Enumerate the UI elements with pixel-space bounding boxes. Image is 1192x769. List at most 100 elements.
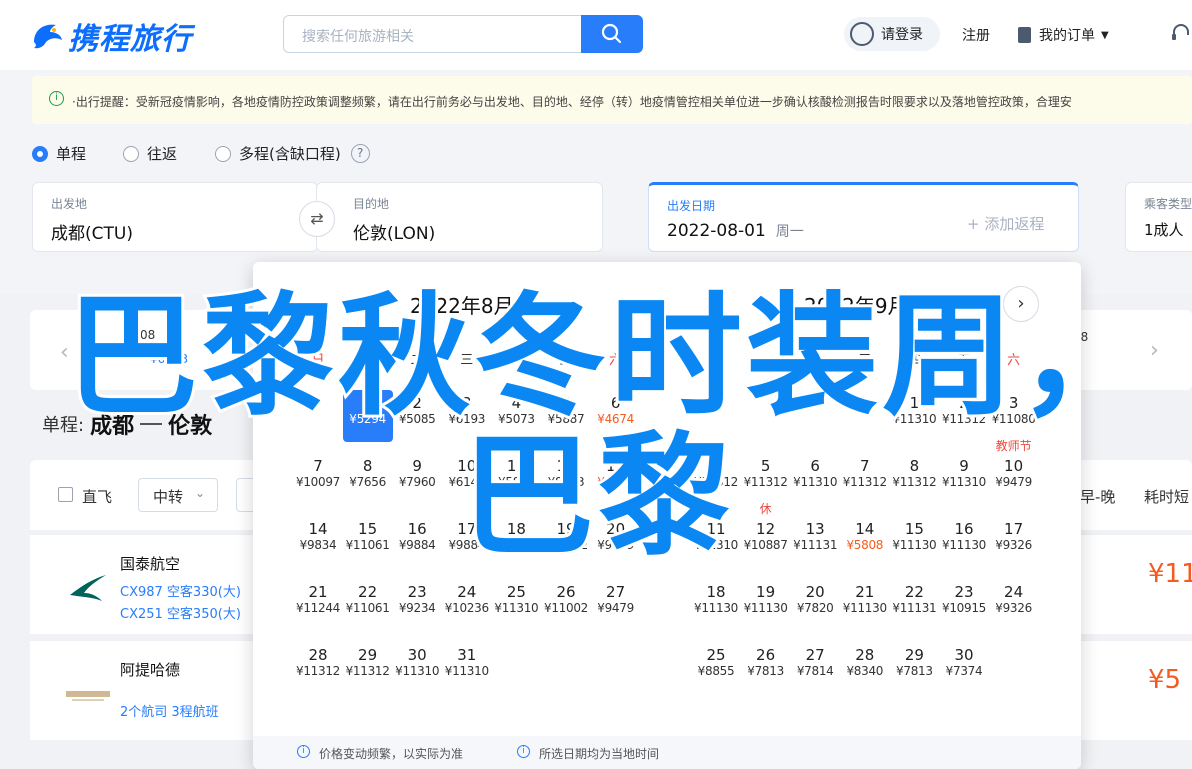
caret-down-icon: ▼ — [1101, 29, 1109, 41]
calendar-day[interactable]: 28 ¥11312 — [293, 642, 343, 694]
day-price: ¥9479 — [597, 601, 634, 615]
calendar-day[interactable]: 27 ¥9479 — [591, 579, 641, 631]
calendar-day[interactable]: 20 ¥7820 — [790, 579, 840, 631]
day-number: 23 — [407, 583, 427, 601]
calendar-day[interactable]: 24 ¥10236 — [442, 579, 492, 631]
sort-duration[interactable]: 耗时短 — [1144, 486, 1189, 507]
trip-type-roundtrip[interactable]: 往返 — [123, 143, 177, 164]
day-number: 15 — [358, 520, 378, 538]
day-number: 19 — [756, 583, 776, 601]
calendar-day[interactable]: 休 12 ¥10887 — [741, 502, 791, 568]
day-number: 7 — [313, 457, 323, 475]
calendar-day[interactable]: 30 ¥11310 — [392, 642, 442, 694]
day-price: ¥9326 — [995, 538, 1032, 552]
calendar-day[interactable]: 31 ¥11310 — [442, 642, 492, 694]
help-question-icon[interactable]: ? — [350, 144, 370, 163]
day-number: 20 — [805, 583, 825, 601]
direct-checkbox[interactable] — [58, 487, 73, 502]
departure-date-field[interactable]: 出发日期 2022-08-01 周一 + 添加返程 — [648, 182, 1079, 252]
calendar-day[interactable]: 7 ¥11312 — [840, 453, 890, 505]
airline-name: 阿提哈德 — [120, 661, 181, 679]
calendar-day[interactable]: 21 ¥11244 — [293, 579, 343, 631]
day-price: ¥11312 — [743, 475, 788, 489]
calendar-day[interactable]: 27 ¥7814 — [790, 642, 840, 694]
calendar-day[interactable]: 29 ¥7813 — [889, 642, 939, 694]
day-price: ¥11310 — [444, 664, 489, 678]
calendar-day[interactable]: 教师节 10 ¥9479 — [989, 439, 1039, 505]
info-icon: i — [49, 91, 64, 106]
sort-early-late[interactable]: 早-晚 — [1080, 486, 1115, 507]
day-number: 17 — [1004, 520, 1024, 538]
calendar-day[interactable]: 25 ¥8855 — [691, 642, 741, 694]
logo[interactable]: 携程旅行 — [30, 14, 192, 58]
day-number: 29 — [358, 646, 378, 664]
calendar-day[interactable]: 5 ¥11312 — [741, 453, 791, 505]
calendar-day[interactable]: 15 ¥11130 — [889, 516, 939, 568]
calendar-day[interactable]: 19 ¥11130 — [741, 579, 791, 631]
day-price: ¥11061 — [345, 601, 390, 615]
swap-cities-icon[interactable]: ⇄ — [299, 201, 335, 237]
day-price: ¥11244 — [295, 601, 340, 615]
day-number: 23 — [954, 583, 974, 601]
day-number: 27 — [805, 646, 825, 664]
radio-unselected[interactable] — [123, 145, 139, 162]
field-value: 伦敦(LON) — [353, 224, 436, 244]
radio-unselected[interactable] — [215, 145, 231, 162]
day-price: ¥9884 — [398, 538, 436, 552]
calendar-day[interactable]: 25 ¥11310 — [491, 579, 541, 631]
calendar-day[interactable]: 8 ¥11312 — [889, 453, 939, 505]
day-number: 29 — [904, 646, 924, 664]
calendar-day[interactable]: 23 ¥10915 — [939, 579, 989, 631]
calendar-day[interactable]: 22 ¥11131 — [889, 579, 939, 631]
direct-label: 直飞 — [82, 488, 113, 506]
calendar-day[interactable]: 30 ¥7374 — [939, 642, 989, 694]
calendar-day[interactable]: 16 ¥9884 — [392, 516, 442, 568]
calendar-day[interactable]: 22 ¥11061 — [343, 579, 393, 631]
trip-type-multi[interactable]: 多程(含缺口程) ? — [215, 143, 370, 164]
field-value: 2022-08-01 周一 — [667, 221, 804, 241]
calendar-day[interactable]: 21 ¥11130 — [840, 579, 890, 631]
my-orders-menu[interactable]: 我的订单 ▼ — [1018, 25, 1109, 45]
calendar-day[interactable]: 14 ¥9834 — [293, 516, 343, 568]
calendar-day[interactable]: 28 ¥8340 — [840, 642, 890, 694]
search-placeholder: 搜索任何旅游相关 — [302, 29, 414, 45]
day-price: ¥11131 — [793, 538, 838, 552]
calendar-day[interactable]: 7 ¥10097 — [293, 453, 343, 505]
calendar-day[interactable]: 24 ¥9326 — [989, 579, 1039, 631]
day-number: 18 — [706, 583, 726, 601]
register-link[interactable]: 注册 — [962, 25, 990, 45]
calendar-day[interactable]: 26 ¥7813 — [741, 642, 791, 694]
calendar-day[interactable]: 29 ¥11312 — [343, 642, 393, 694]
day-price: ¥11130 — [892, 538, 937, 552]
calendar-day[interactable]: 15 ¥11061 — [343, 516, 393, 568]
calendar-day[interactable]: 17 ¥9326 — [989, 516, 1039, 568]
info-icon: i — [517, 745, 530, 758]
day-number: 5 — [760, 457, 771, 475]
day-price: ¥10097 — [295, 475, 340, 489]
headset-icon[interactable] — [1170, 22, 1192, 44]
search-input[interactable]: 搜索任何旅游相关 — [283, 15, 643, 53]
transfer-dropdown[interactable]: 中转 ⌄ — [138, 478, 218, 512]
calendar-day[interactable]: 13 ¥11131 — [790, 516, 840, 568]
calendar-day[interactable]: 18 ¥11130 — [691, 579, 741, 631]
calendar-day[interactable]: 8 ¥7656 — [343, 453, 393, 505]
login-button[interactable]: 请登录 — [844, 17, 940, 51]
trip-type-oneway[interactable]: 单程 — [32, 143, 86, 164]
departure-city-field[interactable]: 出发地 成都(CTU) — [32, 182, 318, 252]
radio-selected[interactable] — [32, 145, 48, 162]
add-return-button[interactable]: + 添加返程 — [967, 213, 1044, 234]
calendar-day[interactable]: 26 ¥11002 — [541, 579, 591, 631]
calendar-day[interactable]: 14 ¥5808 — [840, 516, 890, 568]
notice-text: ·出行提醒：受新冠疫情影响，各地疫情防控政策调整频繁，请在出行前务必与出发地、目… — [72, 95, 1072, 109]
calendar-day[interactable]: 16 ¥11130 — [939, 516, 989, 568]
calendar-day[interactable]: 9 ¥7960 — [392, 453, 442, 505]
day-price: ¥9479 — [995, 475, 1032, 489]
search-button[interactable] — [581, 15, 643, 53]
calendar-day[interactable]: 9 ¥11310 — [939, 453, 989, 505]
calendar-day[interactable]: 6 ¥11310 — [790, 453, 840, 505]
calendar-day[interactable]: 23 ¥9234 — [392, 579, 442, 631]
passenger-type-field[interactable]: 乘客类型 1成人 — [1125, 182, 1192, 252]
day-price: ¥11312 — [892, 475, 937, 489]
day-price: ¥11312 — [842, 475, 887, 489]
arrival-city-field[interactable]: 目的地 伦敦(LON) — [316, 182, 603, 252]
